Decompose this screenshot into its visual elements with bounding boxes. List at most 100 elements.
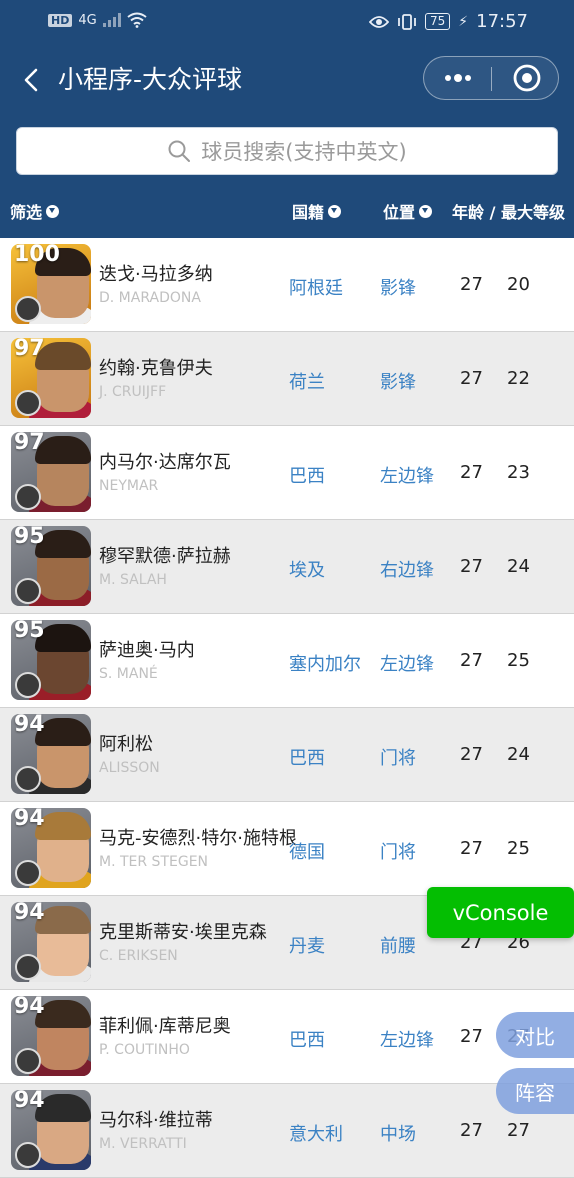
player-row[interactable]: 94 阿利松 ALISSON 巴西 门将 27 24: [0, 708, 574, 802]
page-title: 小程序-大众评球: [58, 65, 243, 94]
player-age: 27: [460, 556, 483, 577]
player-name: 菲利佩·库蒂尼奥: [99, 1016, 231, 1037]
club-badge-icon: [15, 766, 41, 792]
age-level-label: 年龄 / 最大等级: [452, 203, 565, 222]
club-badge-icon: [15, 484, 41, 510]
position-sort[interactable]: 位置: [383, 199, 433, 223]
player-english-name: C. ERIKSEN: [99, 948, 178, 964]
player-rating: 95: [14, 620, 45, 643]
player-position[interactable]: 中场: [380, 1120, 416, 1146]
player-position[interactable]: 门将: [380, 838, 416, 864]
player-name: 马尔科·维拉蒂: [99, 1110, 213, 1131]
search-input[interactable]: 球员搜索(支持中英文): [16, 127, 558, 175]
player-nation[interactable]: 塞内加尔: [289, 650, 361, 676]
search-placeholder: 球员搜索(支持中英文): [201, 140, 407, 164]
player-rating: 97: [14, 432, 45, 455]
charging-icon: ⚡: [458, 13, 469, 30]
player-row[interactable]: 100 迭戈·马拉多纳 D. MARADONA 阿根廷 影锋 27 20: [0, 238, 574, 332]
player-card-image: 97: [11, 338, 91, 418]
more-icon[interactable]: [440, 63, 476, 93]
chevron-down-icon: [328, 204, 342, 218]
player-position[interactable]: 影锋: [380, 274, 416, 300]
signal-icon: [102, 13, 121, 27]
player-nation[interactable]: 巴西: [289, 744, 325, 770]
player-row[interactable]: 95 穆罕默德·萨拉赫 M. SALAH 埃及 右边锋 27 24: [0, 520, 574, 614]
battery-level: 75: [425, 13, 451, 30]
vibrate-icon: [398, 13, 416, 30]
player-max-level: 24: [507, 744, 530, 765]
player-card-image: 94: [11, 902, 91, 982]
status-bar: HD 4G 75 ⚡ 17:57: [0, 0, 574, 44]
player-card-image: 94: [11, 996, 91, 1076]
player-position[interactable]: 门将: [380, 744, 416, 770]
player-age: 27: [460, 838, 483, 859]
player-nation[interactable]: 阿根廷: [289, 274, 343, 300]
position-label: 位置: [383, 203, 416, 222]
player-rating: 94: [14, 996, 45, 1019]
player-position[interactable]: 左边锋: [380, 462, 434, 488]
player-row[interactable]: 97 约翰·克鲁伊夫 J. CRUIJFF 荷兰 影锋 27 22: [0, 332, 574, 426]
player-position[interactable]: 左边锋: [380, 1026, 434, 1052]
player-age: 27: [460, 744, 483, 765]
player-row[interactable]: 94 马克-安德烈·特尔·施特根 M. TER STEGEN 德国 门将 27 …: [0, 802, 574, 896]
player-position[interactable]: 影锋: [380, 368, 416, 394]
player-name: 萨迪奥·马内: [99, 640, 195, 661]
player-position[interactable]: 前腰: [380, 932, 416, 958]
player-row[interactable]: 97 内马尔·达席尔瓦 NEYMAR 巴西 左边锋 27 23: [0, 426, 574, 520]
player-name: 穆罕默德·萨拉赫: [99, 546, 231, 567]
mini-program-capsule: [423, 56, 559, 100]
club-badge-icon: [15, 954, 41, 980]
player-position[interactable]: 右边锋: [380, 556, 434, 582]
close-mini-program-icon[interactable]: [512, 63, 542, 93]
player-english-name: D. MARADONA: [99, 290, 201, 306]
player-row[interactable]: 95 萨迪奥·马内 S. MANÉ 塞内加尔 左边锋 27 25: [0, 614, 574, 708]
player-card-image: 94: [11, 714, 91, 794]
player-english-name: ALISSON: [99, 760, 160, 776]
player-age: 27: [460, 1120, 483, 1141]
player-english-name: S. MANÉ: [99, 666, 158, 682]
player-english-name: P. COUTINHO: [99, 1042, 190, 1058]
player-nation[interactable]: 荷兰: [289, 368, 325, 394]
search-icon: [168, 140, 191, 162]
player-nation[interactable]: 巴西: [289, 462, 325, 488]
nav-bar: 小程序-大众评球: [0, 50, 574, 110]
player-rating: 100: [14, 244, 60, 267]
player-card-image: 94: [11, 808, 91, 888]
lineup-button[interactable]: 阵容: [496, 1068, 574, 1114]
vconsole-button[interactable]: vConsole: [427, 887, 574, 938]
player-nation[interactable]: 意大利: [289, 1120, 343, 1146]
nationality-sort[interactable]: 国籍: [292, 199, 342, 223]
capsule-divider: [491, 67, 492, 91]
player-position[interactable]: 左边锋: [380, 650, 434, 676]
app-header: HD 4G 75 ⚡ 17:57 小程序-大众评球 球员搜索(支持中英文) 筛选…: [0, 0, 574, 238]
player-nation[interactable]: 巴西: [289, 1026, 325, 1052]
player-name: 迭戈·马拉多纳: [99, 264, 213, 285]
player-english-name: M. TER STEGEN: [99, 854, 209, 870]
compare-button[interactable]: 对比: [496, 1012, 574, 1058]
player-english-name: M. VERRATTI: [99, 1136, 187, 1152]
player-english-name: J. CRUIJFF: [99, 384, 167, 400]
player-nation[interactable]: 埃及: [289, 556, 325, 582]
club-badge-icon: [15, 578, 41, 604]
chevron-down-icon: [419, 204, 433, 218]
club-badge-icon: [15, 1142, 41, 1168]
back-icon[interactable]: [18, 64, 46, 96]
club-badge-icon: [15, 296, 41, 322]
player-english-name: NEYMAR: [99, 478, 159, 494]
player-row[interactable]: 94 马尔科·维拉蒂 M. VERRATTI 意大利 中场 27 27: [0, 1084, 574, 1178]
player-card-image: 95: [11, 620, 91, 700]
club-badge-icon: [15, 390, 41, 416]
filter-button[interactable]: 筛选: [10, 199, 60, 223]
network-hd-badge: HD: [48, 13, 73, 27]
player-row[interactable]: 94 菲利佩·库蒂尼奥 P. COUTINHO 巴西 左边锋 27 27: [0, 990, 574, 1084]
player-rating: 94: [14, 808, 45, 831]
player-nation[interactable]: 丹麦: [289, 932, 325, 958]
player-name: 马克-安德烈·特尔·施特根: [99, 828, 297, 849]
player-rating: 94: [14, 1090, 45, 1113]
nationality-label: 国籍: [292, 203, 325, 222]
player-nation[interactable]: 德国: [289, 838, 325, 864]
eye-icon: [369, 15, 389, 28]
player-age: 27: [460, 368, 483, 389]
age-level-sort[interactable]: 年龄 / 最大等级: [452, 199, 565, 223]
player-age: 27: [460, 1026, 483, 1047]
